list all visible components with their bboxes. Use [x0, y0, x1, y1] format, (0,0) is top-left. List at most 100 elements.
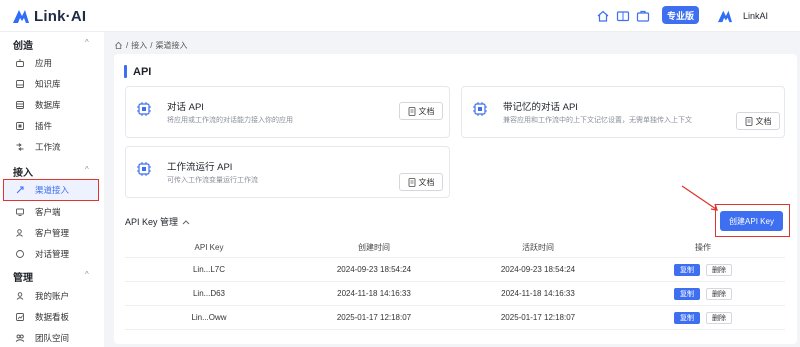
sidebar-item-label: 团队空间	[35, 333, 70, 343]
section-accent-bar	[124, 65, 127, 78]
document-icon	[745, 116, 752, 126]
sidebar-item-plugins[interactable]: 插件	[4, 116, 98, 136]
chevron-up-icon[interactable]	[182, 219, 190, 225]
doc-button[interactable]: 文档	[399, 102, 443, 120]
user-icon	[15, 291, 25, 301]
breadcrumb-item[interactable]: 接入	[131, 40, 147, 51]
sidebar: 创造 ^ 应用 知识库 数据库 插件 工作流 接入 ^ 渠道接入 客户端 客户管…	[0, 32, 104, 347]
api-key-cell: Lin...D63	[192, 289, 226, 298]
sidebar-item-account[interactable]: 我的账户	[4, 286, 98, 306]
api-card-memory-chat: 带记忆的对话 API 兼容应用和工作流中的上下文记忆设置，无需单独传入上下文 文…	[461, 86, 785, 138]
pro-edition-button[interactable]: 专业版	[662, 6, 699, 24]
column-header: 活跃时间	[522, 243, 554, 252]
document-icon	[408, 177, 415, 187]
card-title: 对话 API	[167, 102, 204, 113]
actions-cell: 复制 删除	[621, 287, 785, 300]
sidebar-item-team[interactable]: 团队空间	[4, 328, 98, 347]
sidebar-item-knowledge[interactable]: 知识库	[4, 74, 98, 94]
section-title-text: API	[133, 65, 152, 78]
doc-button-label: 文档	[418, 177, 435, 187]
column-header: 操作	[695, 243, 711, 252]
apikey-table: API Key 创建时间 活跃时间 操作 Lin...L7C 2024-09-2…	[125, 238, 785, 330]
api-section-title: API	[124, 65, 151, 78]
plugin-icon	[15, 121, 25, 131]
logo-icon	[13, 10, 29, 23]
doc-button[interactable]: 文档	[399, 173, 443, 191]
apikey-title-text: API Key 管理	[125, 217, 179, 227]
sidebar-group-manage[interactable]: 管理	[13, 269, 33, 284]
chevron-up-icon[interactable]: ^	[85, 38, 89, 47]
home-icon[interactable]	[596, 9, 610, 23]
copy-button[interactable]: 复制	[674, 311, 700, 324]
chevron-up-icon[interactable]: ^	[85, 270, 89, 279]
table-header: API Key 创建时间 活跃时间 操作	[125, 238, 785, 258]
users-icon	[15, 228, 25, 238]
sidebar-item-database[interactable]: 数据库	[4, 95, 98, 115]
database-icon	[15, 100, 25, 110]
chevron-up-icon[interactable]: ^	[85, 165, 89, 174]
create-api-key-button[interactable]: 创建API Key	[720, 211, 783, 231]
sidebar-item-conversations[interactable]: 对话管理	[4, 244, 98, 264]
sidebar-item-label: 数据库	[35, 100, 61, 110]
apikey-section-title[interactable]: API Key 管理	[125, 215, 190, 228]
delete-button[interactable]: 删除	[706, 287, 732, 300]
sidebar-item-dashboard[interactable]: 数据看板	[4, 307, 98, 327]
created-time-cell: 2024-11-18 14:16:33	[337, 289, 411, 298]
sidebar-item-label: 渠道接入	[35, 185, 70, 195]
card-title: 带记忆的对话 API	[503, 102, 578, 113]
active-time-cell: 2024-09-23 18:54:24	[500, 265, 576, 274]
card-description: 将应用或工作流的对话能力接入你的应用	[167, 117, 293, 124]
sidebar-item-label: 数据看板	[35, 312, 70, 322]
sidebar-item-customers[interactable]: 客户管理	[4, 223, 98, 243]
home-icon[interactable]	[114, 41, 123, 50]
sidebar-item-workflow[interactable]: 工作流	[4, 137, 98, 157]
active-time-cell: 2025-01-17 12:18:07	[500, 313, 576, 322]
api-key-cell: Lin...Oww	[191, 313, 227, 322]
sidebar-item-apps[interactable]: 应用	[4, 53, 98, 73]
api-card-chat: 对话 API 将应用或工作流的对话能力接入你的应用 文档	[125, 86, 450, 138]
logo-text: Link·AI	[34, 7, 87, 25]
user-name: LinkAI	[743, 11, 769, 21]
sidebar-item-channel-access[interactable]: 渠道接入	[3, 179, 99, 201]
created-time-cell: 2024-09-23 18:54:24	[336, 265, 412, 274]
card-description: 可传入工作流变量运行工作流	[167, 177, 258, 184]
table-row: Lin...L7C 2024-09-23 18:54:24 2024-09-23…	[125, 258, 785, 282]
breadcrumb: / 接入 / 渠道接入	[114, 40, 187, 51]
api-key-cell: Lin...L7C	[192, 265, 226, 274]
active-time-cell: 2024-11-18 14:16:33	[501, 289, 575, 298]
delete-button[interactable]: 删除	[706, 263, 732, 276]
created-time-cell: 2025-01-17 12:18:07	[336, 313, 412, 322]
doc-button[interactable]: 文档	[736, 112, 780, 130]
sidebar-item-label: 对话管理	[35, 249, 70, 259]
chat-icon	[15, 249, 25, 259]
briefcase-icon[interactable]	[636, 9, 650, 23]
column-header: API Key	[194, 243, 224, 252]
team-icon	[15, 333, 25, 343]
chip-icon	[473, 102, 487, 116]
knowledge-icon	[15, 79, 25, 89]
book-icon[interactable]	[616, 9, 630, 23]
sidebar-group-access[interactable]: 接入	[13, 164, 33, 179]
doc-button-label: 文档	[418, 106, 435, 116]
doc-button-label: 文档	[755, 116, 772, 126]
dashboard-icon	[15, 312, 25, 322]
logo[interactable]: Link·AI	[12, 6, 86, 26]
sidebar-group-create[interactable]: 创造	[13, 37, 33, 52]
breadcrumb-separator: /	[126, 41, 129, 50]
sidebar-item-clients[interactable]: 客户端	[4, 202, 98, 222]
copy-button[interactable]: 复制	[674, 263, 700, 276]
breadcrumb-separator: /	[150, 41, 153, 50]
robot-icon	[15, 58, 25, 68]
user-avatar-icon	[718, 10, 732, 23]
chip-icon	[137, 102, 151, 116]
actions-cell: 复制 删除	[621, 263, 785, 276]
copy-button[interactable]: 复制	[674, 287, 700, 300]
sidebar-item-label: 知识库	[35, 79, 61, 89]
monitor-icon	[15, 207, 25, 217]
delete-button[interactable]: 删除	[706, 311, 732, 324]
sidebar-item-label: 应用	[35, 58, 53, 68]
table-row: Lin...D63 2024-11-18 14:16:33 2024-11-18…	[125, 282, 785, 306]
user-menu[interactable]: LinkAI	[717, 9, 768, 23]
card-description: 兼容应用和工作流中的上下文记忆设置，无需单独传入上下文	[503, 117, 692, 124]
workflow-icon	[15, 142, 25, 152]
